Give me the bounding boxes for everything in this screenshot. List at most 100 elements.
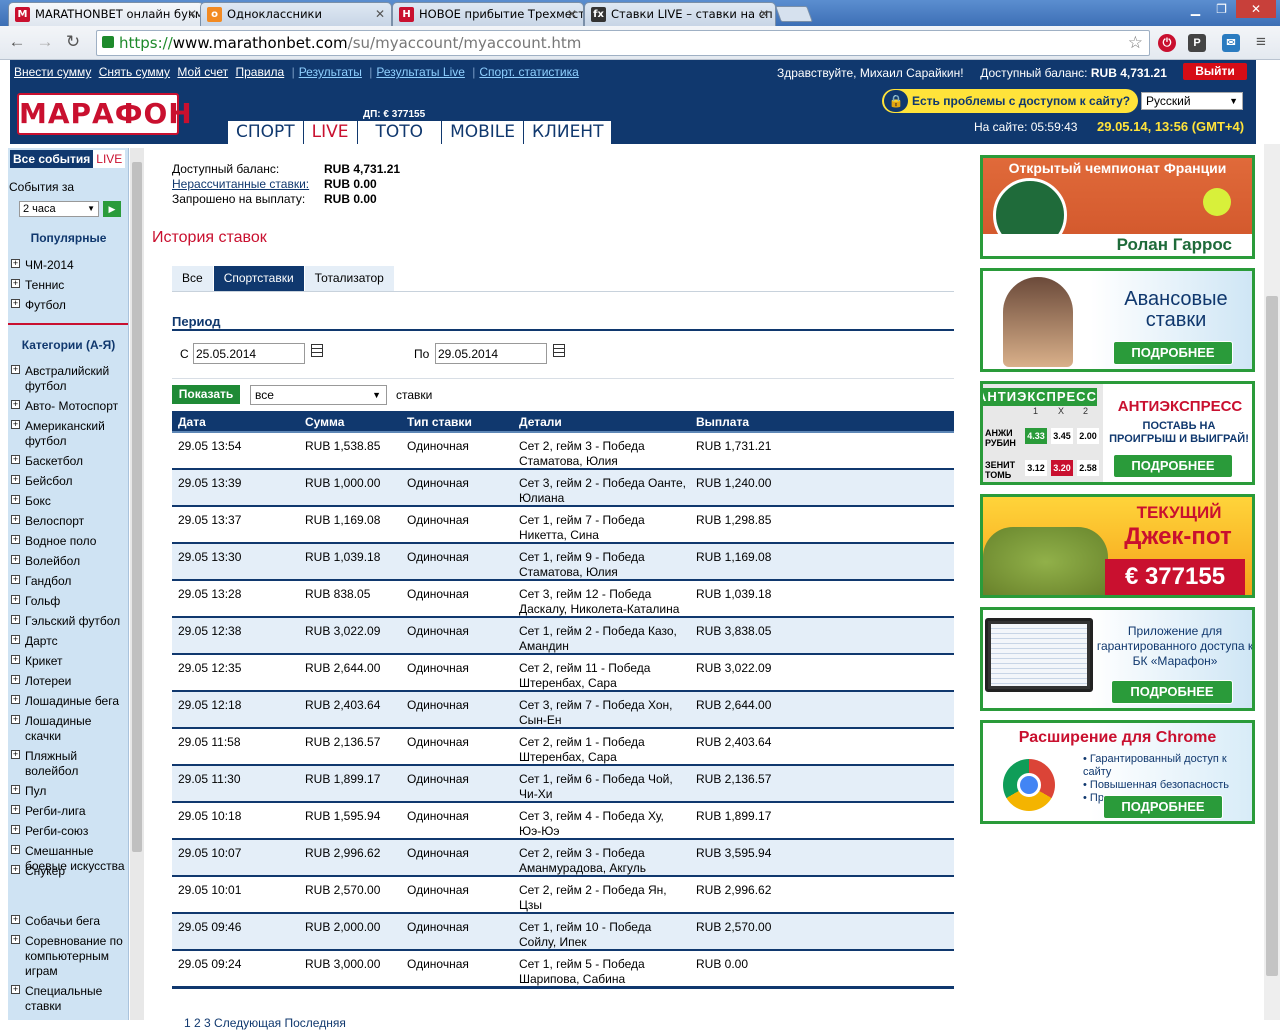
expand-icon[interactable]: + xyxy=(11,279,20,288)
back-icon[interactable]: ← xyxy=(6,31,28,53)
page-scrollbar[interactable] xyxy=(1264,144,1280,1020)
live-results-link[interactable]: Результаты Live xyxy=(376,65,465,79)
reload-icon[interactable]: ↻ xyxy=(62,31,84,53)
table-row[interactable]: 29.05 13:54 RUB 1,538.85 Одиночная Сет 2, г… xyxy=(172,433,954,470)
nav-client[interactable]: КЛИЕНТ xyxy=(524,121,613,144)
expand-icon[interactable]: + xyxy=(11,555,20,564)
nav-sport[interactable]: СПОРТ xyxy=(228,121,304,144)
expand-icon[interactable]: + xyxy=(11,865,20,874)
expand-icon[interactable]: + xyxy=(11,915,20,924)
category-item[interactable]: + Пул xyxy=(11,784,128,799)
tab-live[interactable]: LIVE xyxy=(93,150,126,168)
browser-tab-new-arrival[interactable]: H НОВОЕ прибытие Трехмест ✕ xyxy=(392,2,584,26)
results-link[interactable]: Результаты xyxy=(299,65,362,79)
tab-all-events[interactable]: Все события xyxy=(10,150,94,168)
category-item[interactable]: + Пляжный волейбол xyxy=(11,749,128,779)
scrollbar-thumb[interactable] xyxy=(1266,296,1278,976)
browser-tab-odnoklassniki[interactable]: о Одноклассники ✕ xyxy=(200,2,392,26)
category-item[interactable]: + Лошадиные скачки xyxy=(11,714,128,744)
tab-sport-bets[interactable]: Спортставки xyxy=(213,266,305,291)
table-row[interactable]: 29.05 12:18 RUB 2,403.64 Одиночная Сет 3, г… xyxy=(172,692,954,729)
category-item[interactable]: + Гандбол xyxy=(11,574,128,589)
category-item[interactable]: +Теннис xyxy=(11,1019,128,1020)
extension-p-icon[interactable]: P xyxy=(1188,34,1206,52)
category-item[interactable]: + Водное поло xyxy=(11,534,128,549)
jackpot-banner[interactable]: ТЕКУЩИЙ Джек-пот € 377155 xyxy=(980,494,1255,598)
category-item[interactable]: + Собачьи бега xyxy=(11,914,128,929)
popular-item[interactable]: + Теннис xyxy=(11,278,128,293)
rules-link[interactable]: Правила xyxy=(235,65,284,79)
category-item[interactable]: + Дартс xyxy=(11,634,128,649)
category-item[interactable]: + Снукер xyxy=(11,864,128,879)
expand-icon[interactable]: + xyxy=(11,845,20,854)
extension-power-icon[interactable]: ⏻ xyxy=(1158,34,1176,52)
table-row[interactable]: 29.05 10:07 RUB 2,996.62 Одиночная Сет 2, г… xyxy=(172,840,954,877)
access-problem-link[interactable]: 🔒 Есть проблемы с доступом к сайту? xyxy=(882,89,1139,113)
table-row[interactable]: 29.05 13:39 RUB 1,000.00 Одиночная Сет 3, г… xyxy=(172,470,954,507)
category-item[interactable]: + Лошадиные бега xyxy=(11,694,128,709)
roland-garros-banner[interactable]: Открытый чемпионат Франции Ролан Гаррос xyxy=(980,155,1255,259)
table-row[interactable]: 29.05 09:24 RUB 3,000.00 Одиночная Сет 1, г… xyxy=(172,951,954,988)
category-item[interactable]: + Бокс xyxy=(11,494,128,509)
bookmark-star-icon[interactable]: ☆ xyxy=(1128,31,1143,55)
expand-icon[interactable]: + xyxy=(11,715,20,724)
expand-icon[interactable]: + xyxy=(11,575,20,584)
category-item[interactable]: + Волейбол xyxy=(11,554,128,569)
more-button[interactable]: ПОДРОБНЕЕ xyxy=(1113,341,1233,365)
nav-live[interactable]: LIVE xyxy=(303,121,358,144)
popular-item[interactable]: + ЧМ-2014 xyxy=(11,258,128,273)
expand-icon[interactable]: + xyxy=(11,365,20,374)
table-row[interactable]: 29.05 10:01 RUB 2,570.00 Одиночная Сет 2, г… xyxy=(172,877,954,914)
popular-item[interactable]: + Футбол xyxy=(11,298,128,313)
expand-icon[interactable]: + xyxy=(11,455,20,464)
sidebar-scrollbar[interactable] xyxy=(130,148,144,1020)
table-row[interactable]: 29.05 11:30 RUB 1,899.17 Одиночная Сет 1, г… xyxy=(172,766,954,803)
expand-icon[interactable]: + xyxy=(11,985,20,994)
category-item[interactable]: + Гэльский футбол xyxy=(11,614,128,629)
category-item[interactable]: + Специальные ставки xyxy=(11,984,128,1014)
category-item[interactable]: + Соревнование по компьютерным играм xyxy=(11,934,128,979)
category-item[interactable]: + Баскетбол xyxy=(11,454,128,469)
menu-icon[interactable]: ≡ xyxy=(1250,31,1272,53)
table-row[interactable]: 29.05 10:18 RUB 1,595.94 Одиночная Сет 3, г… xyxy=(172,803,954,840)
category-item[interactable]: + Велоспорт xyxy=(11,514,128,529)
category-item[interactable]: + Гольф xyxy=(11,594,128,609)
period-select[interactable]: 2 часа ▼ xyxy=(19,201,99,217)
nav-mobile[interactable]: MOBILE xyxy=(442,121,524,144)
language-select[interactable]: Русский ▼ xyxy=(1141,92,1243,110)
expand-icon[interactable]: + xyxy=(11,675,20,684)
more-button[interactable]: ПОДРОБНЕЕ xyxy=(1111,680,1233,704)
more-button[interactable]: ПОДРОБНЕЕ xyxy=(1113,454,1233,478)
expand-icon[interactable]: + xyxy=(11,259,20,268)
expand-icon[interactable]: + xyxy=(11,299,20,308)
category-item[interactable]: + Бейсбол xyxy=(11,474,128,489)
expand-icon[interactable]: + xyxy=(11,400,20,409)
expand-icon[interactable]: + xyxy=(11,595,20,604)
unsettled-bets-link[interactable]: Нерассчитанные ставки: xyxy=(172,177,322,192)
expand-icon[interactable]: + xyxy=(11,935,20,944)
chrome-extension-banner[interactable]: Расширение для Chrome • Гарантированный … xyxy=(980,720,1255,824)
table-row[interactable]: 29.05 13:37 RUB 1,169.08 Одиночная Сет 1, г… xyxy=(172,507,954,544)
category-item[interactable]: + Авто- Мотоспорт xyxy=(11,399,128,414)
expand-icon[interactable]: + xyxy=(11,655,20,664)
antiexpress-banner[interactable]: АНТИЭКСПРЕСС 1 X 2 АНЖИ РУБИН ЗЕНИТ ТОМЬ… xyxy=(980,381,1255,485)
table-row[interactable]: 29.05 09:46 RUB 2,000.00 Одиночная Сет 1, г… xyxy=(172,914,954,951)
category-item[interactable]: + Крикет xyxy=(11,654,128,669)
pagination[interactable]: 1 2 3 Следующая Последняя xyxy=(184,1016,346,1030)
browser-tab-marathonbet[interactable]: M MARATHONBET онлайн букм ✕ xyxy=(8,2,204,26)
calendar-icon[interactable] xyxy=(553,344,565,357)
deposit-link[interactable]: Внести сумму xyxy=(14,65,91,79)
expand-icon[interactable]: + xyxy=(11,535,20,544)
category-item[interactable]: + Регби-союз xyxy=(11,824,128,839)
nav-toto[interactable]: ТОТО xyxy=(357,121,443,144)
close-icon[interactable]: ✕ xyxy=(187,3,197,25)
bet-filter-select[interactable]: все ▼ xyxy=(250,385,387,405)
date-to-input[interactable] xyxy=(435,343,547,364)
table-row[interactable]: 29.05 13:28 RUB 838.05 Одиночная Сет 3, гей… xyxy=(172,581,954,618)
close-icon[interactable]: ✕ xyxy=(375,3,385,25)
marathon-logo[interactable]: МАРАФОН xyxy=(17,93,192,135)
maximize-icon[interactable]: ❐ xyxy=(1208,0,1235,18)
expand-icon[interactable]: + xyxy=(11,615,20,624)
sport-stats-link[interactable]: Спорт. статистика xyxy=(479,65,578,79)
close-window-icon[interactable]: ✕ xyxy=(1236,0,1276,18)
